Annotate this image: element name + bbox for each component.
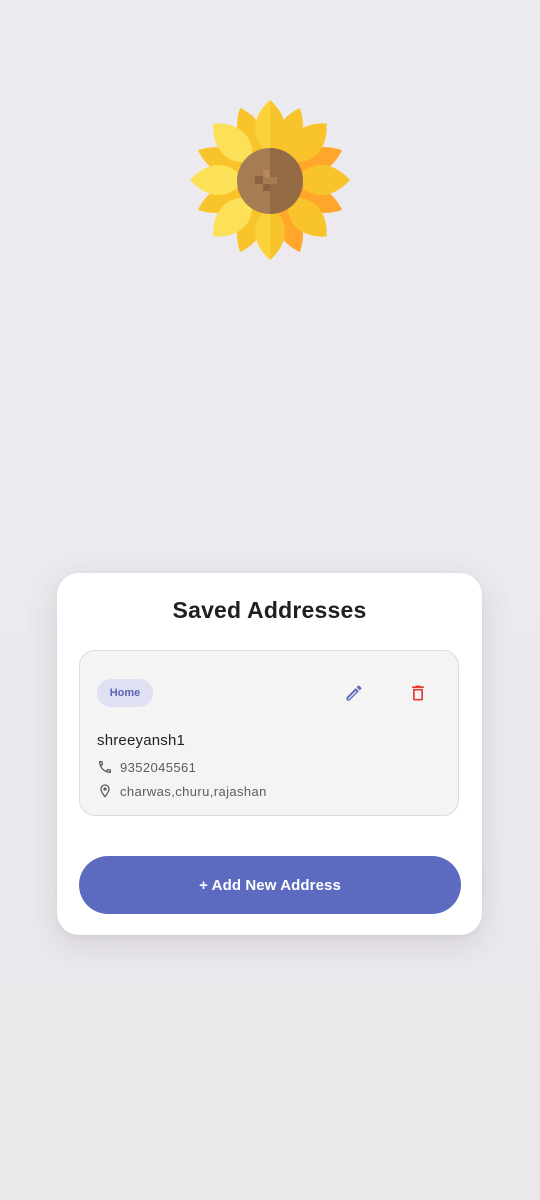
address-text: charwas,churu,rajashan [120,783,267,799]
contact-name: shreeyansh1 [97,732,186,749]
sunflower-icon [190,100,350,260]
app-logo [188,100,352,264]
location-pin-icon [97,783,113,799]
saved-addresses-card: Saved Addresses Home shreeyansh1 9352045… [57,573,482,935]
delete-address-button[interactable] [400,675,436,711]
address-item[interactable]: Home shreeyansh1 9352045561 charwas,chur… [79,650,459,816]
page-title: Saved Addresses [172,597,367,623]
add-new-address-button[interactable]: + Add New Address [79,856,461,914]
address-row: charwas,churu,rajashan [97,782,267,800]
address-tag-badge: Home [97,679,153,707]
phone-icon [97,759,113,775]
phone-row: 9352045561 [97,758,196,776]
pencil-icon [346,685,362,701]
edit-address-button[interactable] [336,675,372,711]
trash-icon [412,685,424,701]
phone-number: 9352045561 [120,759,197,775]
